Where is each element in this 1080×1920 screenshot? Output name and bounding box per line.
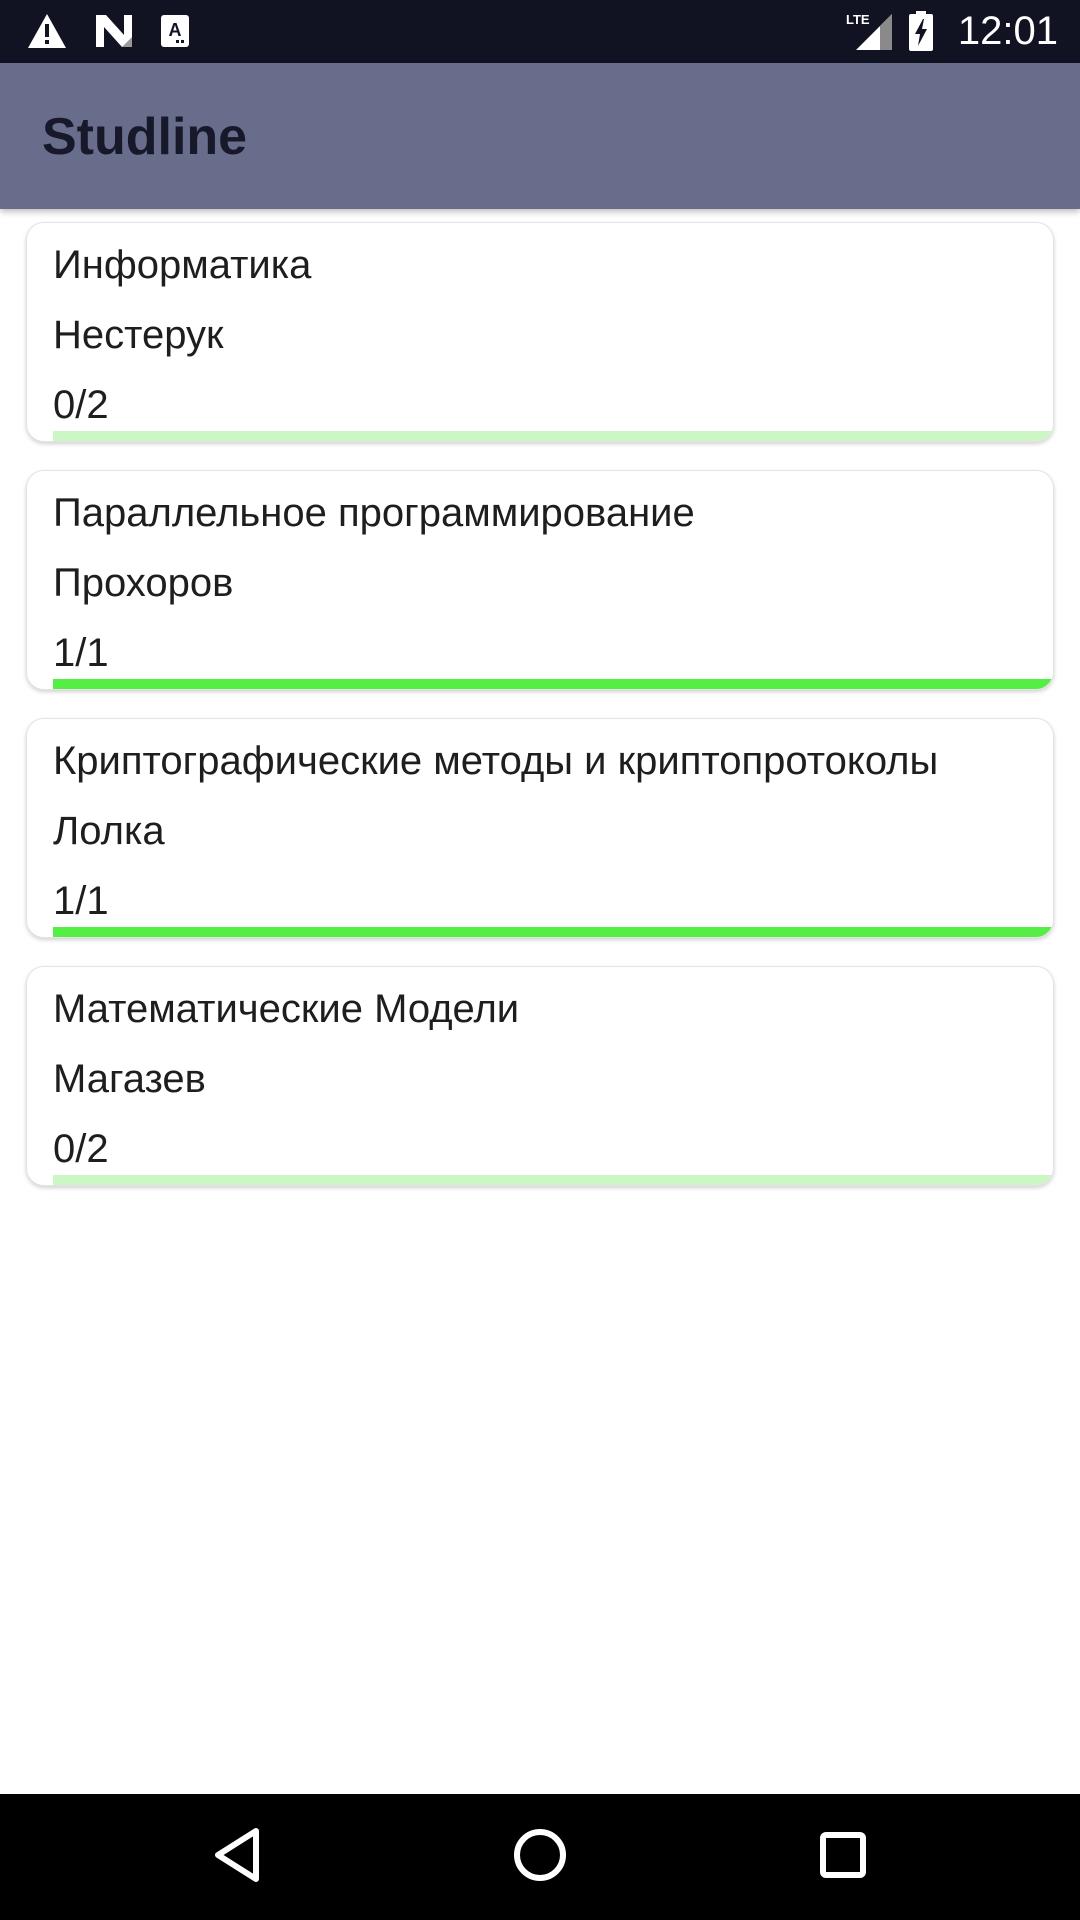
lte-label: LTE (846, 12, 870, 27)
course-card-math-models[interactable]: Математические Модели Магазев 0/2 (26, 966, 1054, 1186)
course-card-informatika[interactable]: Информатика Нестерук 0/2 (26, 222, 1054, 442)
status-bar-left: A (26, 10, 190, 52)
course-title: Математические Модели (53, 987, 520, 1031)
course-teacher: Лолка (53, 809, 165, 853)
course-card-parallel-programming[interactable]: Параллельное программирование Прохоров 1… (26, 470, 1054, 690)
navigation-bar (0, 1794, 1080, 1920)
app-title: Studline (42, 108, 248, 166)
home-button[interactable] (505, 1822, 575, 1892)
course-progress-fill (53, 927, 1053, 937)
course-progress-bar (53, 927, 1053, 937)
course-title: Информатика (53, 243, 312, 287)
status-bar: A LTE 12:01 (0, 0, 1080, 63)
lte-signal-icon: LTE (846, 10, 894, 52)
course-progress-bar (53, 431, 1053, 441)
course-teacher: Нестерук (53, 313, 224, 357)
recents-button[interactable] (808, 1822, 878, 1892)
course-list: Информатика Нестерук 0/2 Параллельное пр… (26, 222, 1054, 1214)
course-progress-text: 0/2 (53, 1127, 109, 1171)
app-bar: Studline (0, 63, 1080, 209)
status-bar-right: LTE 12:01 (846, 8, 1058, 54)
svg-text:A: A (169, 20, 182, 40)
course-progress-fill (53, 679, 1053, 689)
course-teacher: Магазев (53, 1057, 206, 1101)
course-progress-text: 1/1 (53, 879, 109, 923)
back-button[interactable] (202, 1822, 272, 1892)
status-time: 12:01 (957, 8, 1058, 53)
course-teacher: Прохоров (53, 561, 234, 605)
course-title: Криптографические методы и криптопротоко… (53, 739, 939, 783)
home-icon (512, 1827, 568, 1888)
course-progress-text: 0/2 (53, 383, 109, 427)
battery-charging-icon (908, 10, 934, 52)
course-progress-bar (53, 1175, 1053, 1185)
course-title: Параллельное программирование (53, 491, 695, 535)
course-progress-bar (53, 679, 1053, 689)
a-notification-icon: A (160, 14, 190, 48)
back-icon (212, 1827, 262, 1888)
n-icon (94, 13, 134, 49)
course-progress-text: 1/1 (53, 631, 109, 675)
course-card-cryptography[interactable]: Криптографические методы и криптопротоко… (26, 718, 1054, 938)
warning-icon (26, 12, 68, 50)
recents-icon (819, 1831, 867, 1884)
